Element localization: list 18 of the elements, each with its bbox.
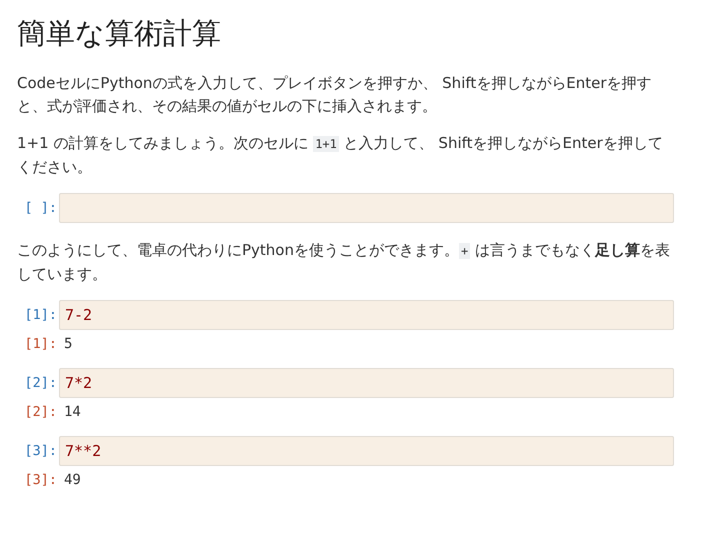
paragraph: 1+1 の計算をしてみましょう。次のセルに 1+1 と入力して、 Shiftを押しながらEnterを押してください。 [17,133,664,178]
page-heading: 簡単な算術計算 [17,15,222,52]
input-prompt: [2]: [23,375,58,391]
output-value: 5 [63,336,72,352]
paragraph: CodeセルにPythonの式を入力して、プレイボタンを押すか、 Shiftを押しながらEnterを押すと、式が評価され、その結果の値がセルの下に挿入されます。 [17,73,653,117]
input-prompt: [1]: [23,307,58,323]
code-input-field[interactable]: 7*2 [59,368,674,398]
output-value: 49 [63,472,81,488]
output-prompt: [3]: [23,472,58,488]
paragraph: このようにして、電卓の代わりにPythonを使うことができます。+ は言うまでもなく足し算を表しています。 [17,240,672,285]
code-input-field[interactable] [59,193,674,223]
input-prompt: [3]: [23,443,58,459]
output-value: 14 [63,404,81,420]
output-prompt: [2]: [23,404,58,420]
code-input-field[interactable]: 7-2 [59,300,674,330]
output-prompt: [1]: [23,336,58,352]
input-prompt: [ ]: [23,200,58,216]
code-input-field[interactable]: 7**2 [59,436,674,466]
